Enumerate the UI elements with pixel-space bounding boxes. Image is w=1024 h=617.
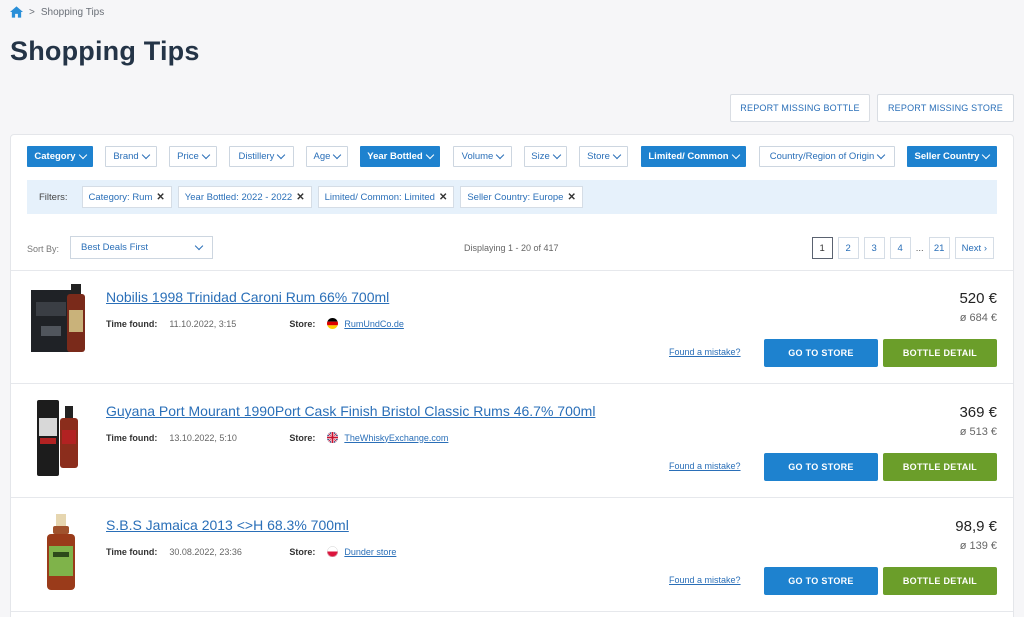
found-mistake-link[interactable]: Found a mistake? <box>669 575 741 585</box>
close-icon[interactable]: ✕ <box>439 192 447 203</box>
breadcrumb-current: Shopping Tips <box>40 6 105 18</box>
time-found-value: 11.10.2022, 3:15 <box>169 318 237 329</box>
page-2[interactable]: 2 <box>837 237 859 259</box>
filter-chip[interactable]: Category: Rum ✕ <box>81 186 172 208</box>
average-price: ø 139 € <box>959 540 997 552</box>
page-1[interactable]: 1 <box>811 237 833 259</box>
report-missing-store-button[interactable]: REPORT MISSING STORE <box>877 94 1014 122</box>
bottle-name-link[interactable]: Nobilis 1998 Trinidad Caroni Rum 66% 700… <box>106 289 389 305</box>
chevron-down-icon <box>333 150 342 160</box>
active-filters-bar: Filters: Category: Rum ✕ Year Bottled: 20… <box>27 180 997 214</box>
price: 98,9 € <box>955 518 997 535</box>
store-label: Store: <box>289 432 316 443</box>
filter-dropdowns: Category Brand Price Distillery Age Year… <box>27 146 999 167</box>
germany-flag-icon <box>327 318 339 329</box>
bottle-detail-button[interactable]: BOTTLE DETAIL <box>883 567 997 595</box>
chevron-down-icon <box>201 150 211 160</box>
page-title: Shopping Tips <box>10 36 200 66</box>
store-label: Store: <box>289 546 316 557</box>
result-count: Displaying 1 - 20 of 417 <box>464 243 559 253</box>
bottle-image[interactable] <box>27 510 95 594</box>
filter-distillery[interactable]: Distillery <box>229 146 294 167</box>
filter-year-bottled[interactable]: Year Bottled <box>360 146 440 167</box>
chevron-down-icon <box>731 150 740 160</box>
bottle-detail-button[interactable]: BOTTLE DETAIL <box>883 453 997 481</box>
item-meta: Time found: 13.10.2022, 5:10 Store: TheW… <box>106 432 448 443</box>
home-icon[interactable] <box>10 6 23 18</box>
filter-limited-common[interactable]: Limited/ Common <box>641 146 746 167</box>
filter-price[interactable]: Price <box>169 146 217 167</box>
chevron-down-icon <box>877 150 886 160</box>
close-icon[interactable]: ✕ <box>567 192 575 203</box>
price: 369 € <box>959 404 997 421</box>
breadcrumb: > Shopping Tips <box>10 5 104 19</box>
list-item: S.B.S Jamaica 2013 <>H 68.3% 700ml Time … <box>11 498 1013 612</box>
average-price: ø 513 € <box>959 426 997 438</box>
chevron-down-icon <box>552 150 561 160</box>
go-to-store-button[interactable]: GO TO STORE <box>764 567 878 595</box>
page-4[interactable]: 4 <box>889 237 911 259</box>
report-missing-bottle-button[interactable]: REPORT MISSING BOTTLE <box>730 94 870 122</box>
found-mistake-link[interactable]: Found a mistake? <box>669 461 741 471</box>
filters-label: Filters: <box>39 191 68 203</box>
go-to-store-button[interactable]: GO TO STORE <box>764 453 878 481</box>
chevron-down-icon <box>425 150 434 160</box>
page-ellipsis: ... <box>915 237 924 259</box>
time-found-value: 30.08.2022, 23:36 <box>169 546 242 557</box>
item-meta: Time found: 11.10.2022, 3:15 Store: RumU… <box>106 318 404 329</box>
chevron-down-icon <box>612 150 622 160</box>
list-item: Nobilis 1998 Trinidad Caroni Rum 66% 700… <box>11 270 1013 384</box>
filter-store[interactable]: Store <box>579 146 628 167</box>
chevron-down-icon <box>194 241 204 251</box>
page-3[interactable]: 3 <box>863 237 885 259</box>
list-item: Guyana Port Mourant 1990Port Cask Finish… <box>11 384 1013 498</box>
filter-brand[interactable]: Brand <box>105 146 157 167</box>
time-found-label: Time found: <box>106 318 158 329</box>
page-last[interactable]: 21 <box>928 237 950 259</box>
go-to-store-button[interactable]: GO TO STORE <box>764 339 878 367</box>
close-icon[interactable]: ✕ <box>156 192 164 203</box>
filter-chip[interactable]: Seller Country: Europe ✕ <box>460 186 583 208</box>
bottle-name-link[interactable]: S.B.S Jamaica 2013 <>H 68.3% 700ml <box>106 517 349 533</box>
results-panel: Category Brand Price Distillery Age Year… <box>10 134 1014 617</box>
chevron-down-icon <box>982 150 991 160</box>
chevron-down-icon <box>78 150 87 160</box>
bottle-detail-button[interactable]: BOTTLE DETAIL <box>883 339 997 367</box>
item-meta: Time found: 30.08.2022, 23:36 Store: Dun… <box>106 546 396 557</box>
bottle-image[interactable] <box>27 396 95 480</box>
time-found-label: Time found: <box>106 546 158 557</box>
sort-label: Sort By: <box>27 244 60 254</box>
filter-volume[interactable]: Volume <box>453 146 512 167</box>
filter-chip[interactable]: Year Bottled: 2022 - 2022 ✕ <box>177 186 312 208</box>
sort-select[interactable]: Best Deals First <box>70 236 213 259</box>
average-price: ø 684 € <box>959 312 997 324</box>
close-icon[interactable]: ✕ <box>296 192 304 203</box>
store-link[interactable]: RumUndCo.de <box>344 319 404 329</box>
chevron-down-icon <box>496 150 505 160</box>
poland-flag-icon <box>327 546 339 557</box>
filter-age[interactable]: Age <box>306 146 348 167</box>
bottle-image[interactable] <box>27 282 95 366</box>
filter-chip[interactable]: Limited/ Common: Limited ✕ <box>317 186 455 208</box>
filter-category[interactable]: Category <box>27 146 93 167</box>
next-page-button[interactable]: Next › <box>954 237 994 259</box>
chevron-down-icon <box>141 150 150 160</box>
breadcrumb-separator: > <box>29 6 35 18</box>
chevron-down-icon <box>277 150 286 160</box>
found-mistake-link[interactable]: Found a mistake? <box>669 347 741 357</box>
store-label: Store: <box>289 318 316 329</box>
store-link[interactable]: TheWhiskyExchange.com <box>344 433 448 443</box>
uk-flag-icon <box>327 432 339 443</box>
price: 520 € <box>959 290 997 307</box>
time-found-value: 13.10.2022, 5:10 <box>169 432 237 443</box>
filter-country-region-origin[interactable]: Country/Region of Origin <box>759 146 895 167</box>
bottle-name-link[interactable]: Guyana Port Mourant 1990Port Cask Finish… <box>106 403 595 419</box>
filter-seller-country[interactable]: Seller Country <box>907 146 997 167</box>
store-link[interactable]: Dunder store <box>344 547 396 557</box>
filter-size[interactable]: Size <box>524 146 567 167</box>
time-found-label: Time found: <box>106 432 158 443</box>
pagination: 1 2 3 4 ... 21 Next › <box>811 237 994 259</box>
